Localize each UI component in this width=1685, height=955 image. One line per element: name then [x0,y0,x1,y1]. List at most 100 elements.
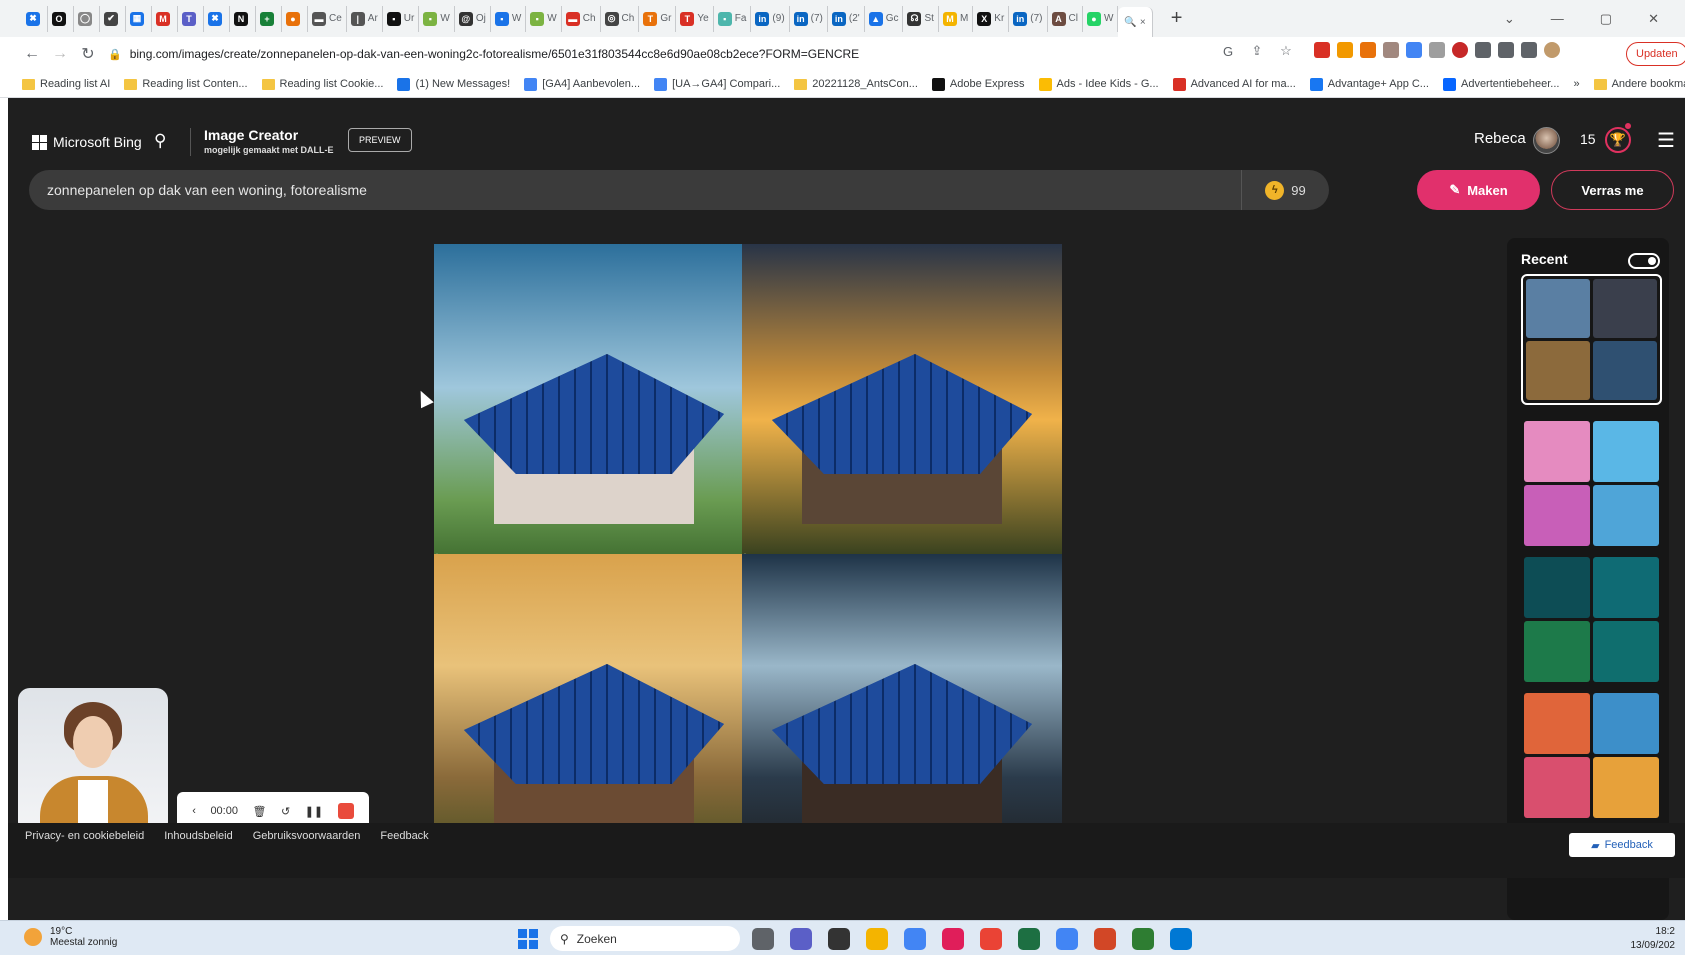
extension-icon[interactable] [1314,42,1330,58]
extension-icon[interactable] [1452,42,1468,58]
start-button[interactable] [518,929,538,949]
taskbar-app-icon[interactable] [1094,928,1116,950]
taskbar-app-icon[interactable] [942,928,964,950]
taskbar-app-icon[interactable] [866,928,888,950]
tab-search-icon[interactable]: ⌄ [1504,11,1515,27]
extension-icon[interactable] [1360,42,1376,58]
recent-image-set[interactable] [1521,274,1662,405]
weather-widget[interactable]: 19°C Meestal zonnig [24,926,117,948]
recent-image-set[interactable] [1521,690,1662,821]
download-icon[interactable] [1498,42,1514,58]
recent-image-set[interactable] [1521,418,1662,549]
feedback-button[interactable]: ▰ Feedback [1569,833,1675,857]
browser-tab[interactable]: in (9) [751,5,790,32]
browser-tab[interactable]: in (7) [790,5,828,32]
browser-tab[interactable]: T [178,5,204,32]
trash-icon[interactable]: 🗑 [252,805,266,818]
footer-link[interactable]: Inhoudsbeleid [164,830,233,842]
make-button[interactable]: ✎ Maken [1417,170,1540,210]
bookmark-item[interactable]: [UA→GA4] Compari... [654,77,780,91]
browser-tab[interactable]: @ Oj [455,5,491,32]
reload-button[interactable]: ↻ [74,40,102,68]
user-avatar[interactable] [1533,127,1560,154]
browser-tab[interactable]: | Ar [347,5,383,32]
bing-logo[interactable]: Microsoft Bing [32,134,142,150]
generated-image[interactable]: b [434,244,754,564]
bookmark-item[interactable]: Advanced AI for ma... [1172,77,1296,91]
prompt-input[interactable]: zonnepanelen op dak van een woning, foto… [29,170,1329,210]
taskbar-app-icon[interactable] [790,928,812,950]
browser-tab[interactable]: ◎ Ch [601,5,640,32]
browser-tab[interactable]: + [256,5,282,32]
taskbar-app-icon[interactable] [904,928,926,950]
recent-image-set[interactable] [1521,554,1662,685]
close-tab-icon[interactable]: × [1140,17,1146,28]
stop-icon[interactable] [337,803,354,819]
browser-tab[interactable]: ▪ W [491,5,527,32]
extension-icon[interactable] [1383,42,1399,58]
prompt-text[interactable]: zonnepanelen op dak van een woning, foto… [47,182,1241,198]
share-icon[interactable]: ⇪ [1247,41,1267,61]
restart-icon[interactable]: ↺ [281,805,290,818]
browser-tab[interactable]: ✖ [204,5,230,32]
forward-button[interactable]: → [46,40,74,68]
browser-tab[interactable]: A Cl [1048,5,1083,32]
collapse-icon[interactable]: ‹ [192,805,196,817]
browser-tab[interactable]: in (7) [1009,5,1048,32]
new-tab-button[interactable]: + [1171,7,1183,30]
bookmark-item[interactable]: Adobe Express [931,77,1025,91]
extension-icon[interactable] [1429,42,1445,58]
browser-tab[interactable]: N [230,5,256,32]
rewards-points[interactable]: 15 [1580,131,1596,147]
google-lens-icon[interactable]: G [1218,41,1238,61]
browser-tab[interactable]: ◯ [74,5,100,32]
close-window-button[interactable]: ✕ [1648,11,1659,27]
browser-tab[interactable]: ✔ [100,5,126,32]
product-title[interactable]: Image Creator [204,127,298,143]
generated-image[interactable]: b [742,244,1062,564]
update-button[interactable]: Updaten [1626,42,1685,66]
surprise-me-button[interactable]: Verras me [1551,170,1674,210]
taskbar-app-icon[interactable] [1056,928,1078,950]
user-name[interactable]: Rebeca [1474,130,1526,147]
pause-icon[interactable]: ❚❚ [305,805,323,818]
search-icon[interactable]: ⚲ [154,131,166,151]
system-clock[interactable]: 18:2 13/09/202 [1631,925,1676,953]
recent-toggle[interactable] [1628,253,1660,269]
browser-tab[interactable]: in (2' [828,5,865,32]
bookmark-item[interactable]: (1) New Messages! [397,77,510,91]
browser-tab[interactable]: ▦ [126,5,152,32]
footer-link[interactable]: Privacy- en cookiebeleid [25,830,144,842]
browser-tab[interactable]: ✖ [22,5,48,32]
profile-avatar[interactable] [1544,42,1560,58]
browser-tab[interactable]: ▪ W [526,5,562,32]
browser-tab[interactable]: M [152,5,178,32]
taskbar-app-icon[interactable] [828,928,850,950]
browser-tab[interactable]: ● W [1083,5,1119,32]
maximize-button[interactable]: ▢ [1600,11,1612,27]
puzzle-icon[interactable] [1475,42,1491,58]
extension-icon[interactable] [1406,42,1422,58]
taskbar-app-icon[interactable] [752,928,774,950]
bookmark-item[interactable]: Reading list Conten... [124,78,248,90]
browser-tab[interactable]: O [48,5,74,32]
bookmark-item[interactable]: Reading list Cookie... [261,78,383,90]
extension-icon[interactable] [1337,42,1353,58]
bookmark-item[interactable]: Ads - Idee Kids - G... [1038,77,1159,91]
bookmark-item[interactable]: Advertentiebeheer... [1442,77,1559,91]
sidepanel-icon[interactable] [1521,42,1537,58]
browser-tab[interactable]: ☊ St [903,5,939,32]
browser-tab[interactable]: ▬ Ce [308,5,347,32]
browser-tab[interactable]: X Kr [973,5,1010,32]
browser-tab[interactable]: MM [939,5,974,32]
bookmark-item[interactable]: 20221128_AntsCon... [794,78,918,90]
browser-tab[interactable]: ▪ Ur [383,5,420,32]
browser-tab[interactable]: ▪ Fa [714,5,752,32]
browser-tab[interactable]: ▲ Gc [865,5,904,32]
active-tab[interactable]: 🔍 × [1118,7,1153,37]
footer-link[interactable]: Feedback [380,830,428,842]
bookmark-item[interactable]: Andere bookmar [1593,78,1685,90]
browser-tab[interactable]: ● [282,5,308,32]
taskbar-search[interactable]: ⚲ Zoeken [550,926,740,951]
bookmark-item[interactable]: [GA4] Aanbevolen... [524,77,640,91]
